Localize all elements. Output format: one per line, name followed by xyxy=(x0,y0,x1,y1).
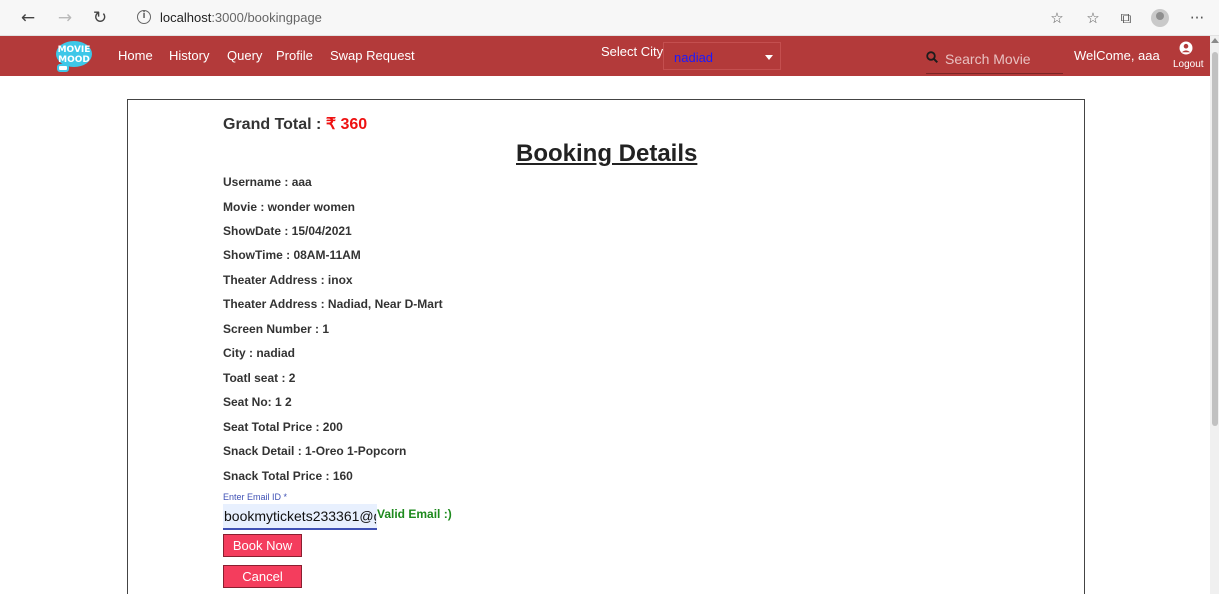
browser-toolbar: ← → ↻ i localhost:3000/bookingpage ☆ ☆ ⧉… xyxy=(0,0,1219,36)
detail-seat-price: Seat Total Price : 200 xyxy=(223,420,343,434)
detail-seat-no: Seat No: 1 2 xyxy=(223,395,292,409)
logo-ticket-icon xyxy=(57,64,69,72)
info-icon[interactable]: i xyxy=(137,10,151,24)
more-icon[interactable]: ··· xyxy=(1187,8,1207,28)
scrollbar-thumb[interactable] xyxy=(1212,52,1218,426)
email-valid-message: Valid Email :) xyxy=(377,507,452,521)
welcome-text: WelCome, aaa xyxy=(1074,48,1160,63)
detail-screen-number: Screen Number : 1 xyxy=(223,322,330,336)
favorites-icon[interactable]: ☆ xyxy=(1083,8,1103,28)
app-navbar: MOVIE MOOD Home History Query Profile Sw… xyxy=(0,36,1210,76)
email-label: Enter Email ID * xyxy=(223,492,288,502)
user-circle-icon[interactable] xyxy=(1179,41,1193,55)
detail-movie: Movie : wonder women xyxy=(223,200,356,214)
profile-avatar-icon[interactable] xyxy=(1151,9,1169,27)
detail-total-seat: Toatl seat : 2 xyxy=(223,371,296,385)
logout-link[interactable]: Logout xyxy=(1173,59,1204,70)
nav-profile[interactable]: Profile xyxy=(276,48,313,63)
back-icon[interactable]: ← xyxy=(18,8,38,28)
url-path: :3000/bookingpage xyxy=(211,10,322,25)
detail-city: City : nadiad xyxy=(223,346,296,360)
favorite-star-icon[interactable]: ☆ xyxy=(1047,8,1067,28)
reload-icon[interactable]: ↻ xyxy=(90,8,110,28)
address-bar[interactable]: localhost:3000/bookingpage xyxy=(160,10,322,25)
nav-history[interactable]: History xyxy=(169,48,209,63)
detail-show-date: ShowDate : 15/04/2021 xyxy=(223,224,352,238)
detail-snack-price: Snack Total Price : 160 xyxy=(223,469,353,483)
email-field[interactable] xyxy=(223,504,377,530)
detail-snack: Snack Detail : 1-Oreo 1-Popcorn xyxy=(223,444,407,458)
city-label: Select City xyxy=(601,44,664,59)
nav-home[interactable]: Home xyxy=(118,48,153,63)
search-icon xyxy=(926,51,938,63)
nav-query[interactable]: Query xyxy=(227,48,262,63)
grand-total: Grand Total : ₹ 360 xyxy=(223,114,367,134)
city-select[interactable]: nadiad xyxy=(663,42,781,70)
chevron-down-icon xyxy=(765,55,773,60)
logo[interactable]: MOVIE MOOD xyxy=(53,40,95,74)
detail-show-time: ShowTime : 08AM-11AM xyxy=(223,248,361,262)
search-placeholder: Search Movie xyxy=(945,51,1031,67)
detail-theater-address: Theater Address : Nadiad, Near D-Mart xyxy=(223,297,443,311)
forward-icon[interactable]: → xyxy=(55,8,75,28)
detail-theater-name: Theater Address : inox xyxy=(223,273,353,287)
city-select-value: nadiad xyxy=(674,50,714,65)
page-title: Booking Details xyxy=(516,140,698,167)
grand-total-amount: ₹ 360 xyxy=(325,116,368,133)
search-field[interactable]: Search Movie xyxy=(926,48,1063,74)
book-now-button[interactable]: Book Now xyxy=(223,534,302,557)
detail-username: Username : aaa xyxy=(223,175,312,189)
cancel-button[interactable]: Cancel xyxy=(223,565,302,588)
grand-total-label: Grand Total : xyxy=(223,116,322,133)
url-host: localhost xyxy=(160,10,212,25)
scroll-up-icon[interactable] xyxy=(1211,38,1219,43)
nav-swap-request[interactable]: Swap Request xyxy=(330,48,415,63)
collections-icon[interactable]: ⧉ xyxy=(1116,8,1136,28)
